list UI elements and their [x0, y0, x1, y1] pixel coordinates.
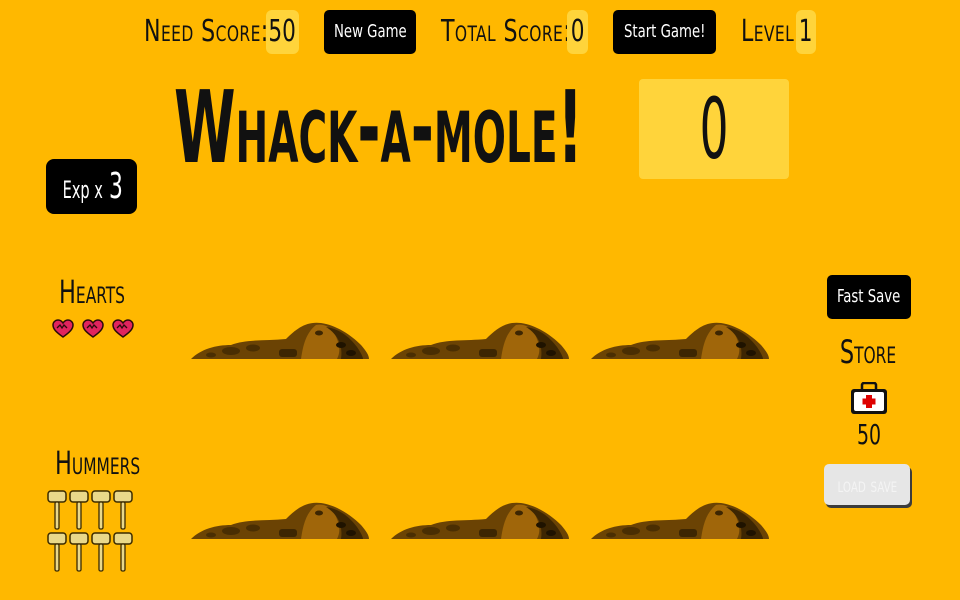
hummers-list — [47, 490, 139, 574]
load-save-button[interactable]: load save — [824, 464, 910, 505]
medkit-price: 50 — [856, 418, 882, 451]
dirt-mound-icon — [391, 322, 569, 363]
mole-hole[interactable] — [191, 315, 369, 359]
need-score-value: 50 — [266, 10, 299, 54]
hammer-icon — [47, 532, 67, 576]
new-game-button[interactable]: New Game — [324, 10, 416, 54]
medkit-icon[interactable] — [849, 381, 889, 416]
hammer-icon — [69, 532, 89, 576]
heart-icon — [82, 319, 104, 343]
hammer-icon — [113, 490, 133, 534]
level-label: Level — [741, 14, 795, 49]
dirt-mound-icon — [191, 502, 369, 543]
dirt-mound-icon — [591, 322, 769, 363]
hammer-icon — [47, 490, 67, 534]
hearts-list — [52, 319, 136, 341]
dirt-mound-icon — [191, 322, 369, 363]
heart-icon — [52, 319, 74, 343]
game-title: Whack-a-mole! — [174, 69, 583, 186]
hearts-label: Hearts — [59, 273, 125, 311]
mole-hole[interactable] — [391, 495, 569, 539]
total-score-value: 0 — [567, 10, 588, 54]
level-value: 1 — [796, 10, 816, 54]
hammer-icon — [69, 490, 89, 534]
fast-save-button[interactable]: Fast Save — [827, 275, 911, 319]
current-score: 0 — [639, 79, 789, 179]
exp-label: Exp x — [62, 175, 104, 204]
total-score-label: Total Score: — [441, 14, 572, 49]
exp-multiplier-badge: Exp x3 — [46, 159, 137, 214]
mole-hole[interactable] — [191, 495, 369, 539]
exp-value: 3 — [109, 165, 123, 207]
hummers-label: Hummers — [55, 444, 141, 482]
heart-icon — [112, 319, 134, 343]
hammer-icon — [113, 532, 133, 576]
mole-hole[interactable] — [591, 495, 769, 539]
mole-hole[interactable] — [591, 315, 769, 359]
dirt-mound-icon — [591, 502, 769, 543]
hammer-icon — [91, 490, 111, 534]
store-label: Store — [839, 333, 897, 371]
start-game-button[interactable]: Start Game! — [613, 10, 716, 54]
dirt-mound-icon — [391, 502, 569, 543]
mole-hole[interactable] — [391, 315, 569, 359]
need-score-label: Need Score: — [144, 14, 269, 49]
hammer-icon — [91, 532, 111, 576]
